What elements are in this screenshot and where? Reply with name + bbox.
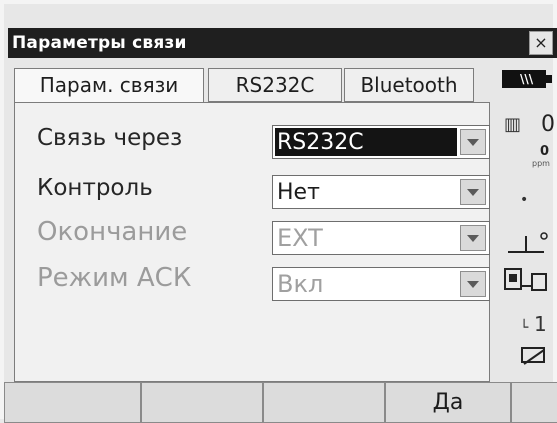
tab-rs232c[interactable]: RS232C	[208, 68, 342, 102]
chevron-down-icon[interactable]	[460, 129, 486, 155]
chevron-down-icon	[460, 225, 486, 251]
chevron-down-icon	[460, 271, 486, 297]
screen: Параметры связи × Парам. связи RS232C Bl…	[0, 0, 557, 423]
ack-mode-select: Вкл	[272, 267, 490, 301]
close-button[interactable]: ×	[529, 31, 553, 55]
ok-button[interactable]: Да	[385, 382, 511, 423]
softkey-5[interactable]	[511, 382, 557, 423]
ppm-label: ppm	[532, 159, 550, 168]
terminator-select: EXT	[272, 221, 490, 255]
link-via-select[interactable]: RS232C	[272, 125, 490, 159]
tilt-icon	[508, 232, 548, 253]
mode-number: 1	[534, 312, 547, 336]
field-label-control: Контроль	[37, 175, 153, 201]
tab-comm-params[interactable]: Парам. связи	[14, 68, 204, 104]
window-title: Параметры связи	[12, 33, 187, 53]
control-value: Нет	[277, 180, 320, 205]
status-column: \\\ ▥ 0 0 ppm • └ 1	[496, 62, 556, 380]
control-select[interactable]: Нет	[272, 175, 490, 209]
target-icon	[504, 268, 547, 291]
ack-mode-value: Вкл	[277, 270, 324, 298]
settings-panel: Связь через RS232C Контроль Нет Окончани…	[14, 102, 490, 382]
softkey-3[interactable]	[263, 382, 385, 423]
status-value: 0	[541, 112, 555, 137]
field-label-link-via: Связь через	[37, 125, 183, 151]
chevron-down-icon[interactable]	[460, 179, 486, 205]
ppm-value: 0	[540, 144, 550, 159]
title-bar: Параметры связи ×	[8, 28, 557, 58]
field-label-ack-mode: Режим АСК	[37, 263, 192, 293]
softkey-2[interactable]	[141, 382, 263, 423]
softkey-bar: Да	[4, 382, 557, 423]
battery-icon: \\\	[502, 70, 552, 88]
softkey-1[interactable]	[4, 382, 141, 423]
link-via-value: RS232C	[275, 128, 457, 156]
terminator-value: EXT	[277, 224, 323, 252]
memory-icon: ▥	[504, 114, 522, 135]
input-mode-icon	[521, 347, 545, 365]
dot-icon: •	[520, 192, 529, 208]
tab-bluetooth[interactable]: Bluetooth	[344, 68, 474, 102]
mode-bracket-icon: └	[520, 320, 529, 336]
field-label-terminator: Окончание	[37, 217, 188, 247]
